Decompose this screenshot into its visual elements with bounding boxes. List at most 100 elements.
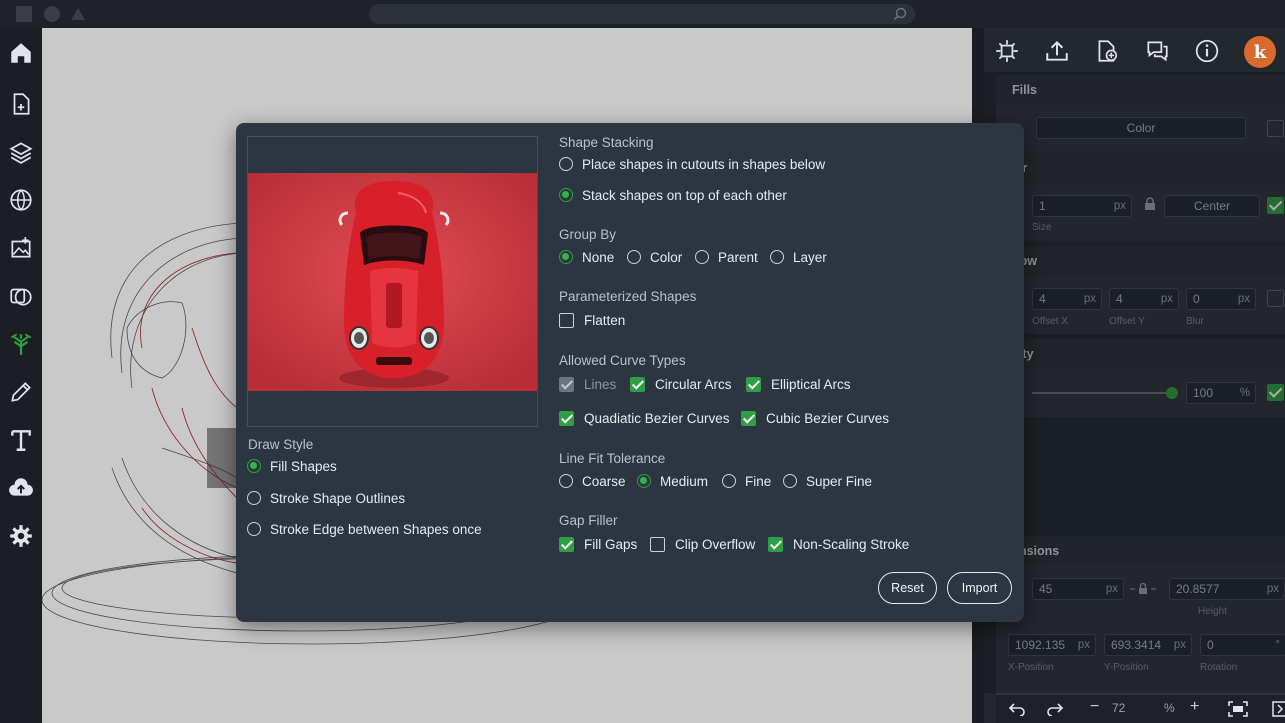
export-icon[interactable] [1042, 36, 1072, 66]
shadow-section-header[interactable]: dow [996, 246, 1285, 276]
circular-arcs-checkbox[interactable] [630, 376, 645, 392]
redo-icon[interactable] [1046, 702, 1064, 716]
group-by-parent[interactable]: Parent [695, 247, 758, 267]
opacity-slider-track[interactable] [1032, 392, 1172, 394]
opacity-section-header[interactable]: city [996, 339, 1285, 369]
shadow-offset-x-field[interactable]: 4 px [1032, 288, 1102, 310]
cubic-checkbox[interactable] [741, 410, 756, 426]
curve-types-title: Allowed Curve Types [559, 353, 686, 368]
pencil-icon[interactable] [5, 376, 37, 408]
radio-unselected[interactable] [627, 250, 641, 264]
zoom-out-icon[interactable]: − [1090, 698, 1099, 716]
tolerance-super-fine[interactable]: Super Fine [783, 471, 872, 491]
opacity-checkbox[interactable] [1267, 384, 1284, 401]
opacity-slider-handle[interactable] [1166, 387, 1178, 399]
clip-overflow-option[interactable]: Clip Overflow [650, 534, 755, 554]
draw-style-stroke-outlines[interactable]: Stroke Shape Outlines [247, 488, 405, 508]
radio-unselected[interactable] [695, 250, 709, 264]
lock-icon[interactable] [1144, 197, 1156, 211]
radio-unselected[interactable] [247, 491, 261, 505]
border-align-select[interactable]: Center [1164, 195, 1260, 217]
fill-gaps-option[interactable]: Fill Gaps [559, 534, 637, 554]
radio-unselected[interactable] [247, 522, 261, 536]
width-field[interactable]: 45 px [1032, 578, 1124, 600]
stacking-on-top[interactable]: Stack shapes on top of each other [559, 185, 787, 205]
draw-style-fill-shapes[interactable]: Fill Shapes [247, 456, 337, 476]
add-file-icon[interactable] [1092, 36, 1122, 66]
border-checkbox[interactable] [1267, 197, 1284, 214]
non-scaling-checkbox[interactable] [768, 536, 783, 552]
new-document-icon[interactable] [5, 88, 37, 120]
fill-type-select[interactable]: Color [1036, 117, 1246, 139]
undo-icon[interactable] [1008, 702, 1026, 716]
group-by-color[interactable]: Color [627, 247, 682, 267]
dimensions-section-header[interactable]: ensions [996, 536, 1285, 566]
tolerance-fine[interactable]: Fine [722, 471, 771, 491]
radio-selected[interactable] [559, 188, 573, 202]
reset-button[interactable]: Reset [878, 572, 937, 604]
fill-checkbox[interactable] [1267, 120, 1284, 137]
radio-unselected[interactable] [722, 474, 736, 488]
chat-icon[interactable] [1142, 36, 1172, 66]
radio-unselected[interactable] [770, 250, 784, 264]
settings-icon[interactable] [5, 520, 37, 552]
draw-style-stroke-edge[interactable]: Stroke Edge between Shapes once [247, 519, 482, 539]
height-field[interactable]: 20.8577 px [1169, 578, 1285, 600]
radio-unselected[interactable] [559, 157, 573, 171]
zoom-in-icon[interactable]: + [1190, 698, 1199, 716]
magic-wand-icon[interactable] [992, 36, 1022, 66]
text-icon[interactable] [5, 424, 37, 456]
globe-icon[interactable] [5, 184, 37, 216]
fills-row: Color [996, 105, 1285, 153]
home-icon[interactable] [5, 37, 37, 69]
shadow-offset-y-field[interactable]: 4 px [1109, 288, 1179, 310]
curve-lines-option: Lines [559, 374, 616, 394]
fit-screen-icon[interactable] [1228, 701, 1248, 717]
fill-gaps-checkbox[interactable] [559, 536, 574, 552]
y-position-field[interactable]: 693.3414 px [1104, 634, 1192, 656]
avatar[interactable]: k [1244, 36, 1276, 68]
radio-unselected[interactable] [559, 474, 573, 488]
border-size-value: 1 [1039, 199, 1046, 213]
group-by-layer[interactable]: Layer [770, 247, 827, 267]
clip-overflow-checkbox[interactable] [650, 536, 665, 552]
shapes-icon[interactable] [5, 280, 37, 312]
aspect-lock-icon[interactable] [1130, 582, 1156, 596]
flatten-checkbox[interactable] [559, 312, 574, 328]
tolerance-medium[interactable]: Medium [637, 471, 708, 491]
opacity-field[interactable]: 100% [1186, 382, 1256, 404]
shadow-blur-field[interactable]: 0 px [1186, 288, 1256, 310]
shadow-checkbox[interactable] [1267, 290, 1284, 307]
fills-section-header[interactable]: Fills [996, 75, 1285, 105]
import-button[interactable]: Import [947, 572, 1012, 604]
cubic-curves-option[interactable]: Cubic Bezier Curves [741, 408, 889, 428]
group-by-option-label: Color [650, 249, 683, 265]
elliptical-arcs-option[interactable]: Elliptical Arcs [746, 374, 851, 394]
border-section-header[interactable]: ler [996, 153, 1285, 183]
zoom-value[interactable]: 72 [1112, 701, 1125, 715]
elliptical-arcs-checkbox[interactable] [746, 376, 761, 392]
layers-icon[interactable] [5, 136, 37, 168]
circular-arcs-option[interactable]: Circular Arcs [630, 374, 732, 394]
x-position-field[interactable]: 1092.135 px [1008, 634, 1096, 656]
border-size-field[interactable]: 1 px [1032, 195, 1132, 217]
cloud-upload-icon[interactable] [5, 472, 37, 504]
radio-selected[interactable] [559, 250, 573, 264]
info-icon[interactable] [1192, 36, 1222, 66]
radio-unselected[interactable] [783, 474, 797, 488]
radio-selected[interactable] [247, 459, 261, 473]
radio-selected[interactable] [637, 474, 651, 488]
group-by-none[interactable]: None [559, 247, 614, 267]
quadratic-curves-option[interactable]: Quadiatic Bezier Curves [559, 408, 730, 428]
search-input[interactable] [369, 4, 915, 24]
tree-icon[interactable] [5, 328, 37, 360]
tolerance-coarse[interactable]: Coarse [559, 471, 626, 491]
horizontal-scrollbar[interactable] [462, 716, 682, 722]
image-import-icon[interactable] [5, 232, 37, 264]
flatten-option[interactable]: Flatten [559, 310, 625, 330]
rotation-field[interactable]: 0 ° [1200, 634, 1285, 656]
stacking-cutouts[interactable]: Place shapes in cutouts in shapes below [559, 154, 825, 174]
quadratic-checkbox[interactable] [559, 410, 574, 426]
non-scaling-stroke-option[interactable]: Non-Scaling Stroke [768, 534, 909, 554]
panel-toggle-icon[interactable] [1272, 701, 1285, 717]
